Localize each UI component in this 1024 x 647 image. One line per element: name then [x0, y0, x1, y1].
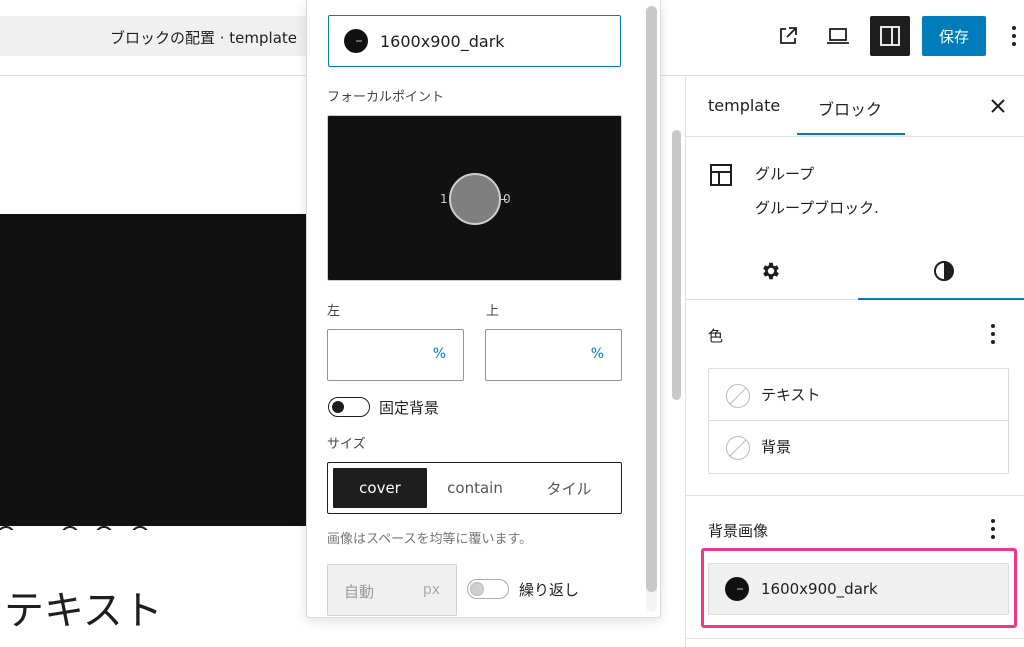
settings-sidebar-toggle-icon[interactable]	[870, 16, 910, 56]
focal-left-input[interactable]: %	[327, 329, 464, 381]
block-name: グループ	[755, 165, 815, 183]
document-title[interactable]: ブロックの配置 · template	[110, 27, 297, 48]
more-options-icon[interactable]	[1004, 20, 1024, 52]
size-width-placeholder: 自動	[344, 583, 375, 601]
view-external-icon[interactable]	[770, 18, 806, 54]
tab-template[interactable]: template	[708, 96, 780, 115]
focal-marker-right: 0	[503, 192, 511, 206]
focal-left-label: 左	[327, 304, 341, 319]
popover-scrollbar-thumb[interactable]	[646, 6, 657, 592]
focal-marker-left: 1	[440, 192, 448, 206]
size-option-contain[interactable]: contain	[428, 468, 522, 508]
color-item-text[interactable]: テキスト	[709, 369, 1008, 421]
toggle-knob	[332, 401, 344, 413]
size-label: サイズ	[327, 437, 366, 452]
toggle-knob	[470, 582, 484, 596]
fixed-background-label: 固定背景	[379, 399, 440, 417]
active-subtab-indicator	[858, 298, 1024, 300]
cover-block-dark-area[interactable]	[0, 214, 306, 526]
background-image-heading: 背景画像	[708, 522, 769, 540]
media-filename: 1600x900_dark	[380, 32, 505, 51]
half-circle-styles-icon[interactable]	[929, 256, 959, 286]
settings-sidebar: template ブロック グループ グループブロック. 色 テキスト 背景 背…	[685, 76, 1024, 647]
background-image-item[interactable]: 1600x900_dark	[708, 563, 1009, 615]
percent-unit: %	[432, 346, 446, 362]
block-description: グループブロック.	[755, 199, 879, 217]
size-option-cover[interactable]: cover	[333, 468, 427, 508]
color-item-label: 背景	[761, 438, 792, 456]
gear-icon[interactable]	[756, 256, 786, 286]
size-help-text: 画像はスペースを均等に覆います。	[327, 532, 533, 547]
color-item-background[interactable]: 背景	[709, 421, 1008, 473]
color-settings-list: テキスト 背景	[708, 368, 1009, 474]
media-replace-button[interactable]: 1600x900_dark	[328, 15, 621, 67]
size-toggle-group: cover contain タイル	[327, 462, 622, 514]
no-color-icon	[726, 436, 750, 460]
active-tab-indicator	[797, 133, 905, 135]
tab-block[interactable]: ブロック	[818, 96, 882, 120]
size-width-unit: px	[422, 582, 440, 598]
repeat-toggle[interactable]	[467, 579, 509, 599]
canvas-decoration	[0, 518, 160, 530]
image-thumbnail-icon	[344, 29, 368, 53]
background-image-popover: 1600x900_dark フォーカルポイント 1 0 左 上 % % 固定背景…	[306, 0, 661, 618]
save-button[interactable]: 保存	[922, 16, 986, 56]
preview-desktop-icon[interactable]	[820, 18, 856, 54]
size-option-tile[interactable]: タイル	[522, 468, 616, 508]
color-options-icon[interactable]	[983, 320, 1003, 348]
close-icon[interactable]	[986, 94, 1010, 118]
divider	[686, 638, 1024, 639]
divider	[686, 495, 1024, 496]
size-width-input[interactable]: 自動 px	[327, 564, 457, 616]
color-item-label: テキスト	[761, 386, 821, 404]
fixed-background-toggle[interactable]	[328, 397, 370, 417]
image-thumbnail-icon	[725, 577, 749, 601]
no-color-icon	[726, 384, 750, 408]
color-panel-heading: 色	[708, 327, 724, 345]
percent-unit: %	[590, 346, 604, 362]
focal-point-picker[interactable]: 1 0	[327, 115, 622, 281]
background-image-filename: 1600x900_dark	[761, 580, 878, 598]
focal-top-input[interactable]: %	[485, 329, 622, 381]
group-block-icon	[708, 161, 736, 189]
divider	[686, 136, 1024, 137]
canvas-scrollbar[interactable]	[672, 130, 681, 400]
focal-point-label: フォーカルポイント	[327, 90, 445, 105]
background-image-options-icon[interactable]	[983, 515, 1003, 543]
focal-top-label: 上	[486, 304, 500, 319]
canvas-paragraph-text[interactable]: テキスト	[4, 578, 163, 636]
repeat-label: 繰り返し	[519, 581, 580, 599]
focal-point-handle[interactable]	[449, 173, 501, 225]
